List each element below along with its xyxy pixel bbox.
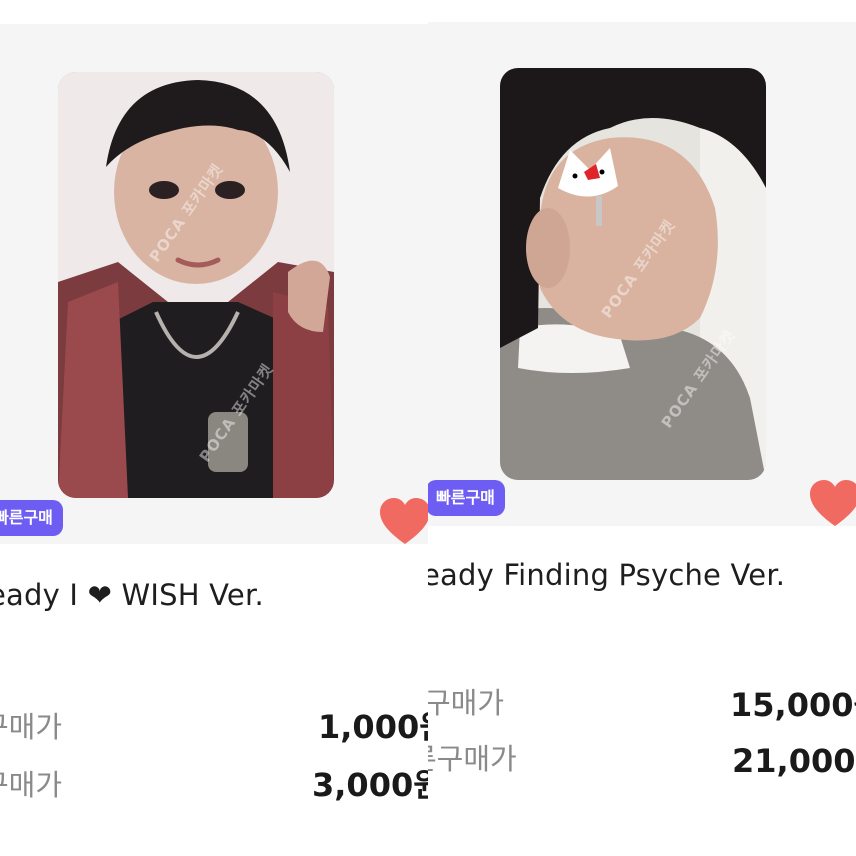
product-title[interactable]: eady I ❤ WISH Ver. — [0, 578, 264, 612]
product-card-2[interactable]: POCA 포카마켓 POCA 포카마켓 빠른구매 eady Finding Ps… — [428, 0, 856, 856]
price-label: 른구매가 — [428, 742, 517, 776]
product-title[interactable]: eady Finding Psyche Ver. — [428, 558, 785, 592]
price-value: 15,000원 — [730, 686, 856, 724]
price-value: 3,000원 — [312, 766, 428, 804]
wishlist-heart-button[interactable] — [378, 496, 428, 546]
product-photo[interactable]: POCA 포카마켓 POCA 포카마켓 — [500, 68, 766, 480]
heart-icon — [810, 480, 856, 526]
wishlist-heart-button[interactable] — [808, 478, 856, 528]
product-image-area: POCA 포카마켓 POCA 포카마켓 — [428, 22, 856, 526]
product-image-area: POCA 포카마켓 POCA 포카마켓 — [0, 24, 428, 544]
product-card-1[interactable]: POCA 포카마켓 POCA 포카마켓 빠른구매 eady I ❤ WISH V… — [0, 0, 428, 856]
heart-icon — [380, 498, 428, 544]
photocard-illustration — [58, 72, 334, 498]
quick-buy-badge: 빠른구매 — [428, 480, 505, 516]
quick-buy-badge: 빠른구매 — [0, 500, 63, 536]
product-photo[interactable]: POCA 포카마켓 POCA 포카마켓 — [58, 72, 334, 498]
price-value: 21,000원 — [732, 742, 856, 780]
price-label: 구매가 — [0, 710, 63, 744]
price-label: 구매가 — [0, 768, 63, 802]
screenshot-collage: POCA 포카마켓 POCA 포카마켓 빠른구매 eady I ❤ WISH V… — [0, 0, 856, 856]
price-label: 구매가 — [428, 686, 505, 720]
price-value: 1,000원 — [318, 708, 428, 746]
